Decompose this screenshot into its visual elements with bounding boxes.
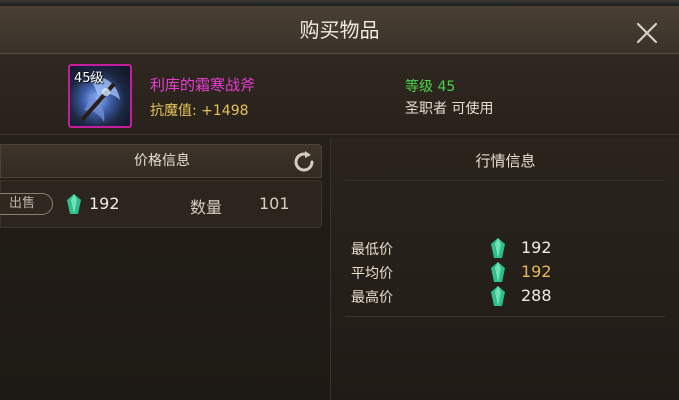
dialog-body: 45级 利库的霜寒战斧 抗魔值: +1498 等级 45 圣职者 可使用 价格信… [0,54,679,400]
close-icon [636,22,658,44]
refresh-icon [294,151,314,172]
refresh-button[interactable] [291,149,317,175]
market-row-lowest: 最低价 192 [331,236,679,260]
market-row-value: 192 [521,238,552,257]
item-icon[interactable]: 45级 [68,64,132,128]
market-panel-title: 行情信息 [475,152,536,170]
quantity-label: 数量 [190,198,223,217]
item-name: 利库的霜寒战斧 [150,76,256,94]
close-button[interactable] [632,18,662,48]
green-gem-icon [491,286,505,306]
green-gem-icon [67,194,81,214]
price-value: 192 [89,194,120,213]
market-row-label: 最高价 [351,290,393,306]
price-panel-title: 价格信息 [134,153,190,169]
market-row-value: 288 [521,286,552,305]
sell-button[interactable]: 出售 [0,193,53,215]
item-required-level: 等级 45 [405,79,456,95]
item-level-badge: 45级 [74,71,104,86]
item-usable-by: 圣职者 可使用 [405,101,494,117]
item-stat: 抗魔值: +1498 [150,103,249,119]
price-panel: 价格信息 出售 192 数量 101 [0,144,322,230]
dialog-titlebar: 购买物品 [0,6,679,54]
price-row: 出售 192 数量 101 [0,180,322,228]
dialog-title: 购买物品 [299,18,380,42]
item-info-band: 45级 利库的霜寒战斧 抗魔值: +1498 等级 45 圣职者 可使用 [0,54,679,135]
market-row-average: 平均价 192 [331,260,679,284]
green-gem-icon [491,262,505,282]
market-panel: 行情信息 最低价 192 平均价 192 最高价 288 [330,138,679,400]
price-panel-header: 价格信息 [0,144,322,178]
market-row-label: 最低价 [351,242,393,258]
market-row-label: 平均价 [351,266,393,282]
market-row-highest: 最高价 288 [331,284,679,308]
green-gem-icon [491,238,505,258]
divider [345,180,665,181]
quantity-value: 101 [259,194,290,213]
divider [345,316,665,317]
market-row-value: 192 [521,262,552,281]
